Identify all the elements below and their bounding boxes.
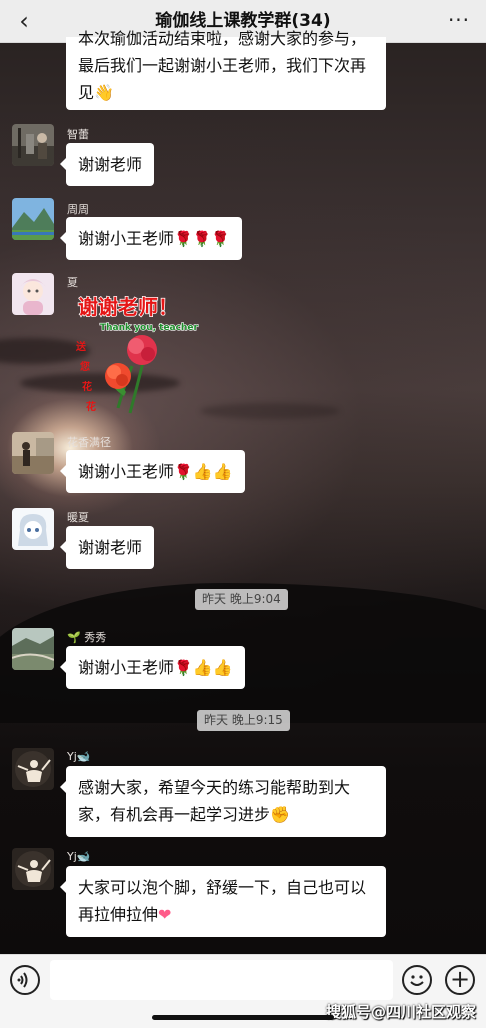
thumbs-up-icon: 👍 <box>192 462 213 481</box>
input-bar: + 搜狐号@四川社区观察 <box>0 954 486 1028</box>
message-bubble[interactable]: 谢谢老师 <box>59 526 155 569</box>
pink-heart-icon: ❤ <box>158 905 172 924</box>
voice-icon[interactable] <box>10 965 40 995</box>
message-text: 谢谢小王老师 <box>78 462 175 481</box>
message-input[interactable] <box>50 960 393 1000</box>
sticker-side-char: 花 <box>82 380 92 393</box>
rose-icon: 🌹 <box>174 659 193 677</box>
carnation-flower-icon <box>105 335 157 414</box>
sender-name-text: Yj <box>67 850 77 863</box>
avatar[interactable] <box>12 432 54 474</box>
message-text: 大家可以泡个脚，舒缓一下，自己也可以再拉伸拉伸 <box>78 878 367 924</box>
message-bubble[interactable]: 感谢大家，希望今天的练习能帮助到大家，有机会再一起学习进步✊ <box>60 766 386 837</box>
sticker-title: 谢谢老师！ <box>78 295 178 319</box>
sender-name-text: 秀秀 <box>84 631 107 644</box>
sender-name: 花香满径 <box>67 436 111 449</box>
sticker-subtitle: Thank you, teacher <box>100 323 198 333</box>
sender-name-text: Yj <box>67 750 77 763</box>
sticker-side-char: 送 <box>75 340 87 353</box>
sticker-side-char: 您 <box>80 360 90 373</box>
avatar[interactable] <box>12 124 54 166</box>
rose-icon: 🌹 <box>174 463 193 481</box>
rose-icon: 🌹 <box>192 230 212 248</box>
sender-name: 暖夏 <box>67 511 89 524</box>
timestamp: 昨天 晚上9:04 <box>195 589 288 610</box>
message-text: 谢谢老师 <box>78 155 143 174</box>
waving-hand-icon: 👋 <box>94 83 114 102</box>
timestamp: 昨天 晚上9:15 <box>197 710 290 731</box>
message-bubble[interactable]: 谢谢老师 <box>59 143 155 186</box>
more-options-icon[interactable]: ··· <box>444 6 474 36</box>
fist-bump-icon: ✊ <box>270 805 290 824</box>
sender-name: Yj🐋 <box>67 850 90 863</box>
thumbs-up-icon: 👍 <box>192 658 213 677</box>
home-indicator[interactable] <box>152 1015 334 1020</box>
message-text: 谢谢老师 <box>78 538 143 557</box>
sender-name: 🌱 秀秀 <box>67 629 106 645</box>
avatar[interactable] <box>12 628 54 670</box>
rose-icon: 🌹 <box>174 230 193 248</box>
whale-icon: 🐋 <box>76 850 91 863</box>
sender-name: 周周 <box>67 203 89 216</box>
message-text: 谢谢小王老师 <box>78 229 175 248</box>
thumbs-up-icon: 👍 <box>212 658 233 677</box>
message-bubble[interactable]: 谢谢小王老师🌹👍👍 <box>60 646 245 689</box>
thank-you-sticker[interactable]: 谢谢老师！ Thank you, teacher 送 您 花 花 <box>70 288 200 423</box>
message-text: 谢谢小王老师 <box>78 658 175 677</box>
sticker-side-char: 花 <box>86 400 96 413</box>
message-bubble[interactable]: 本次瑜伽活动结束啦，感谢大家的参与，最后我们一起谢谢小王老师，我们下次再见👋 <box>66 29 386 110</box>
avatar[interactable] <box>12 848 54 890</box>
message-bubble[interactable]: 谢谢小王老师🌹👍👍 <box>60 450 245 493</box>
avatar[interactable] <box>12 273 54 315</box>
avatar[interactable] <box>12 508 54 550</box>
avatar[interactable] <box>12 748 54 790</box>
message-bubble[interactable]: 大家可以泡个脚，舒缓一下，自己也可以再拉伸拉伸❤ <box>60 866 386 937</box>
sender-name: 智蕾 <box>67 128 89 141</box>
rose-icon: 🌹 <box>211 230 231 248</box>
plus-icon[interactable]: + <box>445 965 475 995</box>
message-text: 本次瑜伽活动结束啦，感谢大家的参与，最后我们一起谢谢小王老师，我们下次再见 <box>78 29 367 102</box>
avatar[interactable] <box>12 198 54 240</box>
sender-name: Yj🐋 <box>67 750 90 763</box>
thumbs-up-icon: 👍 <box>212 462 233 481</box>
seedling-icon: 🌱 <box>67 631 81 644</box>
message-bubble[interactable]: 谢谢小王老师🌹🌹🌹 <box>59 217 243 260</box>
message-text: 感谢大家，希望今天的练习能帮助到大家，有机会再一起学习进步 <box>78 778 351 824</box>
watermark: 搜狐号@四川社区观察 <box>325 1003 476 1021</box>
smiley-icon[interactable] <box>402 965 432 995</box>
whale-icon: 🐋 <box>76 750 91 763</box>
